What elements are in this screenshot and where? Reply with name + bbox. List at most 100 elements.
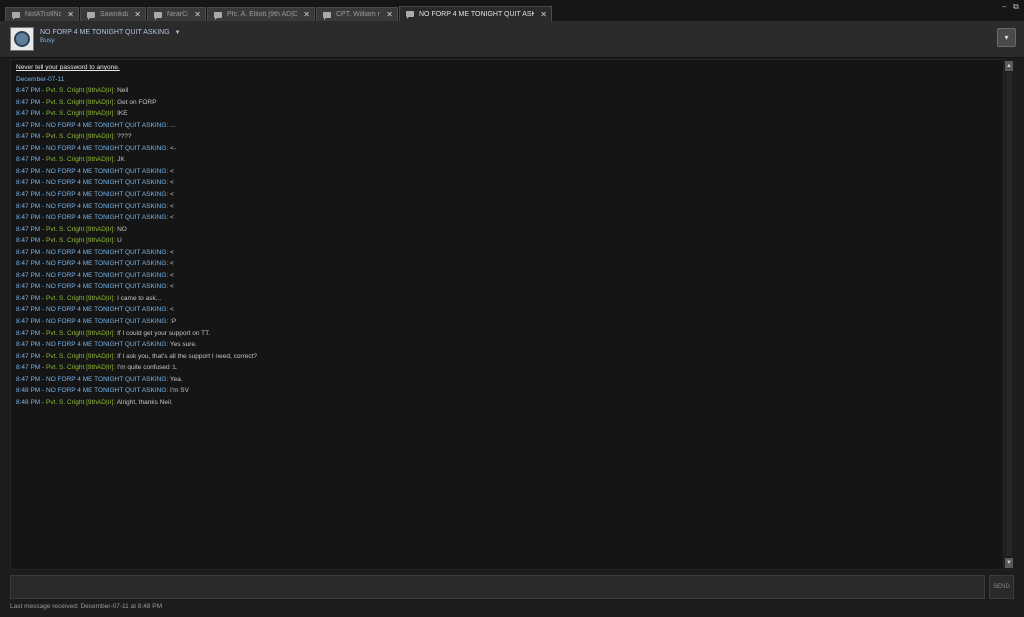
message-timestamp: 8:47 PM [16,364,41,372]
message-text: Neil [117,87,129,95]
message-text: < [170,191,174,199]
chat-message: 8:47 PM - NO FORP 4 ME TONIGHT QUIT ASKI… [16,167,174,175]
message-sender: Pvt. S. Cright [9thAD|Ir] [46,110,114,118]
tab-chat[interactable]: CPT. William negro ✕ [316,7,398,21]
chat-message: 8:47 PM - Pvt. S. Cright [9thAD|Ir]: ???… [16,133,132,141]
chat-message: 8:47 PM - Pvt. S. Cright [9thAD|Ir]: I'm… [16,364,177,372]
chat-message: 8:48 PM - Pvt. S. Cright [9thAD|Ir]: Alr… [16,398,173,406]
message-text: ... [170,121,176,129]
message-timestamp: 8:47 PM [16,352,41,360]
chat-bubble-icon [214,11,222,20]
chat-message: 8:47 PM - NO FORP 4 ME TONIGHT QUIT ASKI… [16,271,174,279]
tab-bar: NotATrollName ✕ Sawnikdawg ✕ NearCry ✕ P… [0,0,1024,21]
tab-chat[interactable]: NotATrollName ✕ [5,7,79,21]
message-sender: NO FORP 4 ME TONIGHT QUIT ASKING [46,179,167,187]
tab-chat[interactable]: Sawnikdawg ✕ [80,7,146,21]
message-text: < [170,167,174,175]
chat-message: 8:47 PM - NO FORP 4 ME TONIGHT QUIT ASKI… [16,260,174,268]
message-timestamp: 8:47 PM [16,283,41,291]
message-text: Alright, thanks Neil. [116,398,173,406]
message-sender: NO FORP 4 ME TONIGHT QUIT ASKING [46,202,167,210]
friend-name: NO FORP 4 ME TONIGHT QUIT ASKING [40,29,170,36]
chat-message: 8:47 PM - Pvt. S. Cright [9thAD|Ir]: IKE [16,110,128,118]
scroll-down-icon[interactable]: ▼ [1005,558,1013,568]
chat-message: 8:47 PM - NO FORP 4 ME TONIGHT QUIT ASKI… [16,144,176,152]
tab-chat-active[interactable]: NO FORP 4 ME TONIGHT QUIT ASKING ✕ [399,6,552,21]
message-timestamp: 8:47 PM [16,318,41,326]
message-input[interactable] [10,575,985,599]
chat-message: 8:47 PM - Pvt. S. Cright [9thAD|Ir]: Get… [16,98,157,106]
avatar[interactable] [10,27,34,51]
message-sender: NO FORP 4 ME TONIGHT QUIT ASKING [46,283,167,291]
chat-message: 8:47 PM - NO FORP 4 ME TONIGHT QUIT ASKI… [16,179,174,187]
message-timestamp: 8:47 PM [16,341,41,349]
friend-name-dropdown[interactable]: NO FORP 4 ME TONIGHT QUIT ASKING ▼ [40,29,181,36]
message-timestamp: 8:47 PM [16,306,41,314]
message-sender: Pvt. S. Cright [9thAD|Ir] [46,133,114,141]
close-icon[interactable]: ✕ [303,10,310,19]
message-text: If I ask you, that's all the support I n… [117,352,258,360]
message-text: < [170,202,174,210]
chat-message: 8:47 PM - NO FORP 4 ME TONIGHT QUIT ASKI… [16,306,174,314]
message-sender: Pvt. S. Cright [9thAD|Ir] [46,329,114,337]
avatar-image [14,31,30,47]
chat-menu-button[interactable]: ▾ [997,28,1016,47]
close-icon[interactable]: ✕ [386,10,393,19]
chat-header: NO FORP 4 ME TONIGHT QUIT ASKING ▼ Busy … [0,21,1024,58]
chat-scrollbar[interactable]: ▲ ▼ [1004,59,1014,570]
message-sender: NO FORP 4 ME TONIGHT QUIT ASKING [46,144,167,152]
chat-message: 8:47 PM - NO FORP 4 ME TONIGHT QUIT ASKI… [16,202,174,210]
last-message-status: Last message received: December-07-11 at… [10,603,162,610]
message-text: ???? [117,133,132,141]
tab-chat[interactable]: NearCry ✕ [147,7,206,21]
message-sender: NO FORP 4 ME TONIGHT QUIT ASKING [46,341,167,349]
chat-bubble-icon [406,11,414,19]
friend-status: Busy [40,37,55,44]
message-text: :P [170,318,177,326]
close-icon[interactable]: ✕ [67,10,74,19]
message-sender: NO FORP 4 ME TONIGHT QUIT ASKING [46,121,167,129]
scroll-up-icon[interactable]: ▲ [1005,61,1013,71]
chat-message: 8:47 PM - Pvt. S. Cright [9thAD|Ir]: Nei… [16,87,129,95]
chat-message: 8:47 PM - Pvt. S. Cright [9thAD|Ir]: If … [16,352,258,360]
message-sender: Pvt. S. Cright [9thAD|Ir] [46,98,114,106]
chat-message: 8:47 PM - NO FORP 4 ME TONIGHT QUIT ASKI… [16,375,183,383]
message-text: < [170,306,174,314]
message-text: <- [170,144,176,152]
message-timestamp: 8:47 PM [16,375,41,383]
message-sender: Pvt. S. Cright [9thAD|Ir] [46,352,114,360]
minimize-icon[interactable]: – [1002,2,1006,11]
chat-message: 8:47 PM - Pvt. S. Cright [9thAD|Ir]: I c… [16,294,162,302]
message-timestamp: 8:47 PM [16,214,41,222]
message-text: < [170,260,174,268]
chat-message: 8:47 PM - Pvt. S. Cright [9thAD|Ir]: NO [16,225,127,233]
message-sender: NO FORP 4 ME TONIGHT QUIT ASKING [46,318,167,326]
chat-bubble-icon [323,11,331,20]
message-timestamp: 8:47 PM [16,191,41,199]
close-icon[interactable]: ✕ [540,10,547,19]
message-timestamp: 8:47 PM [16,156,41,164]
chat-message: 8:47 PM - Pvt. S. Cright [9thAD|Ir]: If … [16,329,211,337]
message-text: JK [117,156,125,164]
scroll-thumb[interactable] [1006,72,1012,556]
send-button[interactable]: SEND [989,575,1014,599]
message-sender: NO FORP 4 ME TONIGHT QUIT ASKING [46,260,167,268]
message-timestamp: 8:47 PM [16,248,41,256]
restore-icon[interactable]: ⧉ [1013,2,1019,12]
chat-message: 8:48 PM - NO FORP 4 ME TONIGHT QUIT ASKI… [16,387,189,395]
message-sender: NO FORP 4 ME TONIGHT QUIT ASKING [46,191,167,199]
chat-bubble-icon [154,11,162,20]
close-icon[interactable]: ✕ [194,10,201,19]
close-icon[interactable]: ✕ [134,10,141,19]
message-timestamp: 8:47 PM [16,294,41,302]
message-text: < [170,248,174,256]
chat-bubble-icon [87,11,95,20]
tab-chat[interactable]: Pfc. A. Elliott [9th AD|DIA] ✕ [207,7,315,21]
message-timestamp: 8:48 PM [16,398,41,406]
message-timestamp: 8:47 PM [16,144,41,152]
chat-message: 8:47 PM - NO FORP 4 ME TONIGHT QUIT ASKI… [16,121,176,129]
message-timestamp: 8:47 PM [16,98,41,106]
message-text: < [170,271,174,279]
password-warning: Never tell your password to anyone. [16,64,120,71]
message-sender: Pvt. S. Cright [9thAD|Ir] [46,237,114,245]
